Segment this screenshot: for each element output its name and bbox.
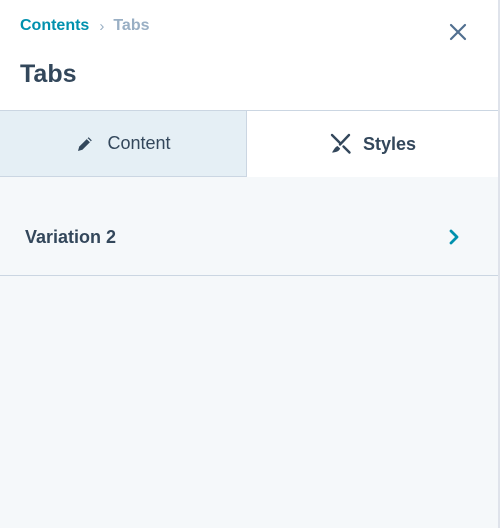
page-title: Tabs xyxy=(20,60,77,88)
chevron-right-icon xyxy=(448,228,460,246)
list-item-variation[interactable]: Variation 2 xyxy=(0,199,498,276)
breadcrumb-separator: › xyxy=(99,17,105,35)
tab-styles-label: Styles xyxy=(362,133,417,154)
list-item-label: Variation 2 xyxy=(25,226,117,247)
tab-content[interactable]: Content xyxy=(0,111,247,177)
pencil-icon xyxy=(75,134,95,154)
close-icon xyxy=(449,23,467,41)
brush-icon xyxy=(329,132,353,156)
tab-styles[interactable]: Styles xyxy=(247,111,498,177)
breadcrumb-contents-link[interactable]: Contents xyxy=(20,17,89,35)
close-button[interactable] xyxy=(444,18,472,46)
tab-bar: Content Styles xyxy=(0,111,498,177)
panel-header: Contents › Tabs Tabs xyxy=(0,0,498,111)
tab-content-label: Content xyxy=(107,133,171,153)
settings-panel: Contents › Tabs Tabs Content Styles Vari… xyxy=(0,0,500,528)
breadcrumb: Contents › Tabs xyxy=(20,16,149,36)
breadcrumb-current: Tabs xyxy=(113,17,150,34)
